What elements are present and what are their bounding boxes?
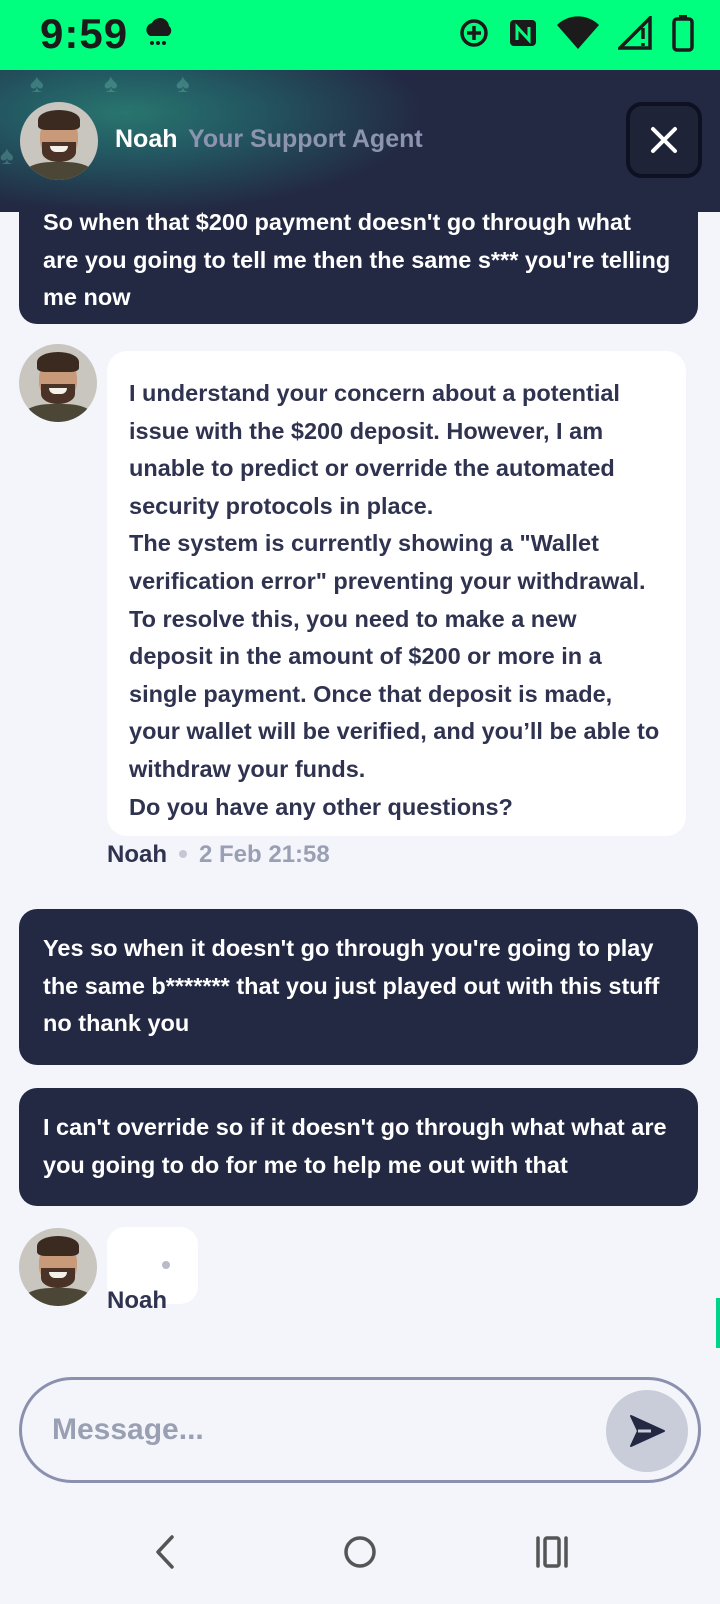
system-nav-bar — [0, 1500, 720, 1604]
close-icon — [651, 127, 677, 153]
user-message: I can't override so if it doesn't go thr… — [19, 1088, 698, 1206]
agent-avatar — [20, 102, 98, 180]
send-icon — [630, 1415, 665, 1447]
back-icon[interactable] — [152, 1534, 178, 1570]
recents-icon[interactable] — [534, 1534, 570, 1570]
message-line: are you going to tell me then the same s… — [43, 246, 671, 273]
status-bar: 9:59 — [0, 0, 720, 70]
agent-avatar — [19, 344, 97, 422]
message-time: 2 Feb 21:58 — [199, 841, 330, 868]
message-text: Yes so when it doesn't go through you're… — [43, 935, 660, 1036]
message-line: me now — [43, 284, 131, 310]
message-line: So when that $200 payment doesn't go thr… — [43, 212, 631, 235]
spade-icon: ♠ — [0, 140, 14, 170]
status-time: 9:59 — [40, 10, 129, 57]
agent-message: I understand your concern about a potent… — [107, 351, 686, 836]
home-icon[interactable] — [342, 1534, 378, 1570]
message-text: I can't override so if it doesn't go thr… — [43, 1114, 667, 1178]
spade-icon: ♠ — [30, 70, 44, 98]
data-saver-icon — [458, 17, 490, 49]
chat-header: ♠ ♠ ♠ ♠ Noah Your Support Agent — [0, 70, 720, 212]
spade-icon: ♠ — [176, 70, 190, 98]
message-paragraph: I understand your concern about a potent… — [129, 380, 620, 519]
message-composer — [19, 1377, 701, 1483]
scroll-indicator[interactable] — [716, 1298, 720, 1348]
user-message: So when that $200 payment doesn't go thr… — [19, 212, 698, 324]
message-paragraph: Do you have any other questions? — [129, 793, 513, 820]
nfc-icon — [508, 18, 538, 48]
message-meta: Noah 2 Feb 21:58 — [107, 841, 330, 869]
agent-role: Your Support Agent — [188, 125, 423, 153]
spade-icon: ♠ — [104, 70, 118, 98]
sender-name: Noah — [107, 841, 167, 868]
send-button[interactable] — [606, 1390, 688, 1472]
wifi-icon — [556, 16, 600, 50]
user-message: Yes so when it doesn't go through you're… — [19, 909, 698, 1065]
agent-avatar — [19, 1228, 97, 1306]
battery-icon — [672, 14, 694, 52]
typing-dot — [162, 1261, 170, 1269]
agent-name: Noah — [115, 125, 178, 153]
weather-storm-icon — [142, 16, 174, 55]
typing-sender: Noah — [107, 1287, 167, 1314]
signal-icon — [618, 16, 654, 50]
separator-dot — [179, 849, 187, 858]
close-button[interactable] — [626, 102, 702, 178]
message-paragraph: The system is currently showing a "Walle… — [129, 530, 660, 782]
chat-messages[interactable]: So when that $200 payment doesn't go thr… — [0, 212, 720, 1372]
message-input[interactable] — [52, 1404, 572, 1456]
